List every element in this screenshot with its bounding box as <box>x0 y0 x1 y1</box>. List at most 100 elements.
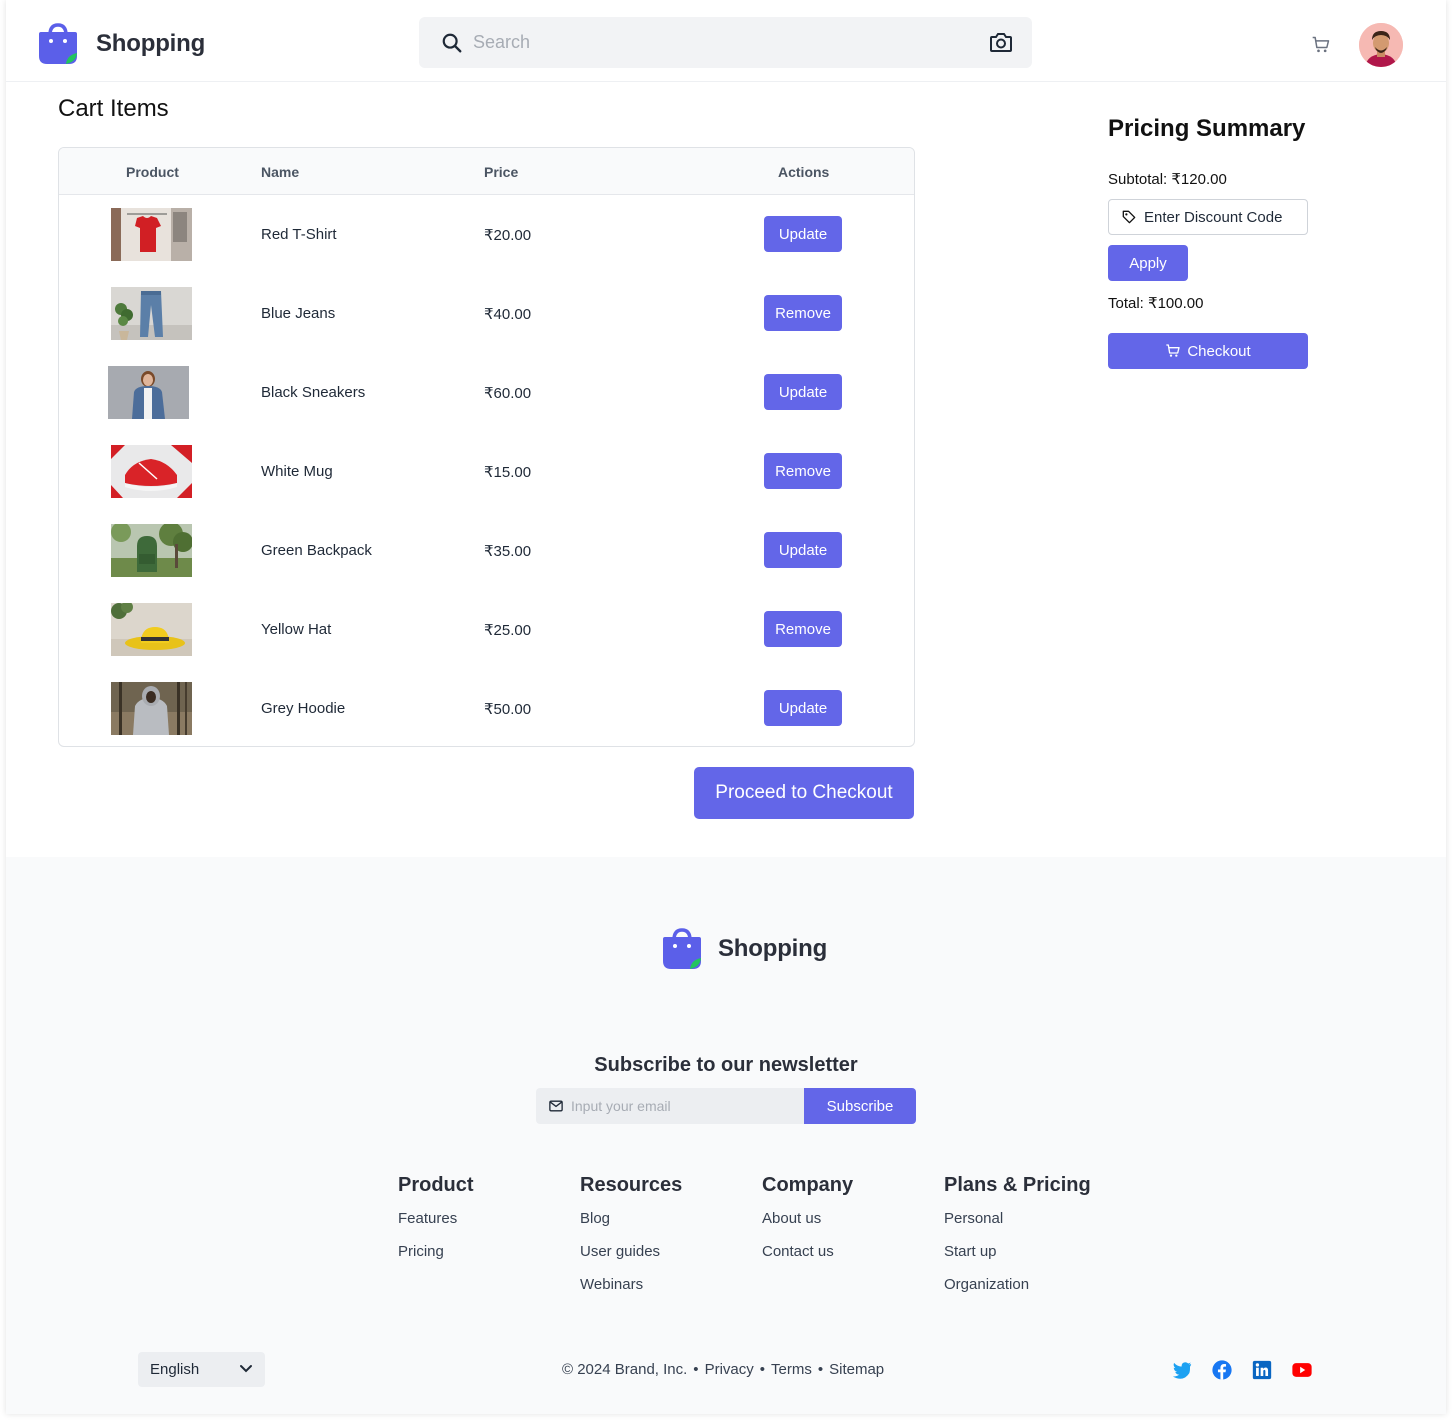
table-row: Green Backpack ₹35.00 Update <box>59 511 914 590</box>
white-mug-image <box>111 445 192 498</box>
footer-column-title: Product <box>398 1174 474 1196</box>
newsletter-email-field[interactable]: Input your email <box>536 1088 804 1124</box>
pricing-summary-title: Pricing Summary <box>1108 115 1306 142</box>
product-price: ₹60.00 <box>484 385 532 402</box>
grey-hoodie-image <box>111 682 192 735</box>
black-sneakers-image <box>108 366 189 419</box>
product-price: ₹40.00 <box>484 306 532 323</box>
update-button[interactable]: Update <box>764 216 842 252</box>
update-button[interactable]: Update <box>764 532 842 568</box>
product-thumbnail <box>111 682 192 735</box>
product-thumbnail <box>108 366 189 419</box>
table-row: Grey Hoodie ₹50.00 Update <box>59 669 914 746</box>
footer-link-personal[interactable]: Personal <box>944 1210 1091 1227</box>
footer-link-start-up[interactable]: Start up <box>944 1243 1091 1260</box>
twitter-icon[interactable] <box>1171 1359 1193 1381</box>
remove-button[interactable]: Remove <box>764 611 842 647</box>
footer-link-user-guides[interactable]: User guides <box>580 1243 682 1260</box>
product-thumbnail <box>111 208 192 261</box>
footer-link-blog[interactable]: Blog <box>580 1210 682 1227</box>
product-thumbnail <box>111 603 192 656</box>
newsletter-title: Subscribe to our newsletter <box>594 1054 858 1076</box>
footer-link-about-us[interactable]: About us <box>762 1210 853 1227</box>
cart-icon <box>1166 344 1180 357</box>
cart-items-title: Cart Items <box>58 95 169 122</box>
product-name: Green Backpack <box>261 542 372 559</box>
footer-link-webinars[interactable]: Webinars <box>580 1276 682 1293</box>
chevron-down-icon <box>240 1365 252 1373</box>
footer-column-title: Company <box>762 1174 854 1196</box>
separator-dot: • <box>693 1361 699 1378</box>
search-input[interactable] <box>473 32 953 53</box>
shopping-bag-logo-icon <box>39 23 77 64</box>
column-header-actions: Actions <box>778 164 830 180</box>
search-icon <box>442 33 462 52</box>
red-tshirt-image <box>111 208 192 261</box>
update-button[interactable]: Update <box>764 374 842 410</box>
camera-icon[interactable] <box>989 31 1013 53</box>
cart-icon[interactable] <box>1311 35 1331 55</box>
column-header-name: Name <box>261 164 300 180</box>
facebook-icon[interactable] <box>1211 1359 1233 1381</box>
table-row: Blue Jeans ₹40.00 Remove <box>59 274 914 353</box>
update-button[interactable]: Update <box>764 690 842 726</box>
product-price: ₹15.00 <box>484 464 532 481</box>
separator-dot: • <box>759 1361 766 1378</box>
apply-button[interactable]: Apply <box>1108 245 1188 281</box>
product-name: Red T-Shirt <box>261 226 337 243</box>
product-price: ₹25.00 <box>484 622 532 639</box>
total-text: Total: ₹100.00 <box>1108 295 1204 312</box>
discount-code-placeholder: Enter Discount Code <box>1144 208 1283 226</box>
product-price: ₹50.00 <box>484 701 532 718</box>
footer-link-organization[interactable]: Organization <box>944 1276 1091 1293</box>
proceed-to-checkout-button[interactable]: Proceed to Checkout <box>694 767 914 819</box>
product-thumbnail <box>111 445 192 498</box>
footer-column-plans-pricing: Plans & Pricing Personal Start up Organi… <box>944 1174 1091 1309</box>
newsletter-email-placeholder: Input your email <box>571 1098 671 1114</box>
subtotal-text: Subtotal: ₹120.00 <box>1108 171 1227 188</box>
page: Shopping Search Cart Items Product Name … <box>6 0 1446 1414</box>
privacy-link[interactable]: Privacy <box>705 1361 754 1378</box>
footer-column-resources: Resources Blog User guides Webinars <box>580 1174 682 1309</box>
separator-dot: • <box>817 1361 824 1378</box>
column-header-price: Price <box>484 164 519 180</box>
linkedin-icon[interactable] <box>1251 1359 1273 1381</box>
language-value: English <box>150 1361 200 1378</box>
checkout-button[interactable]: Checkout <box>1108 333 1308 369</box>
search-bar[interactable] <box>419 17 1032 68</box>
remove-button[interactable]: Remove <box>764 453 842 489</box>
table-header: Product Name Price Actions <box>59 148 914 195</box>
avatar[interactable] <box>1359 23 1403 67</box>
user-avatar-image <box>1359 23 1403 67</box>
footer-column-product: Product Features Pricing <box>398 1174 474 1276</box>
product-thumbnail <box>111 287 192 340</box>
sitemap-link[interactable]: Sitemap <box>829 1361 884 1378</box>
table-row: Red T-Shirt ₹20.00 Update <box>59 195 914 274</box>
brand-logo[interactable]: Shopping <box>36 22 205 66</box>
table-row: White Mug ₹15.00 Remove <box>59 432 914 511</box>
shopping-bag-logo-icon <box>663 928 701 969</box>
language-select[interactable]: English <box>138 1352 265 1387</box>
cart-table: Product Name Price Actions Red T-Shirt ₹… <box>58 147 915 747</box>
remove-button[interactable]: Remove <box>764 295 842 331</box>
footer-column-title: Plans & Pricing <box>944 1174 1091 1196</box>
product-price: ₹20.00 <box>484 227 532 244</box>
discount-code-field[interactable]: Enter Discount Code <box>1108 199 1308 235</box>
footer-link-contact-us[interactable]: Contact us <box>762 1243 853 1260</box>
footer: Shopping Subscribe to our newsletter Inp… <box>6 857 1446 1414</box>
tag-icon <box>1122 210 1136 224</box>
terms-link[interactable]: Terms <box>771 1361 812 1378</box>
checkout-label: Checkout <box>1187 342 1251 360</box>
footer-brand-logo[interactable]: Shopping <box>660 927 827 971</box>
footer-link-pricing[interactable]: Pricing <box>398 1243 474 1260</box>
column-header-product: Product <box>126 164 179 180</box>
mail-icon <box>549 1100 563 1112</box>
youtube-icon[interactable] <box>1291 1359 1313 1381</box>
subscribe-button[interactable]: Subscribe <box>804 1088 916 1124</box>
product-name: Blue Jeans <box>261 305 336 322</box>
product-name: White Mug <box>261 463 333 480</box>
product-price: ₹35.00 <box>484 543 532 560</box>
product-name: Yellow Hat <box>261 621 332 638</box>
blue-jeans-image <box>111 287 192 340</box>
footer-link-features[interactable]: Features <box>398 1210 474 1227</box>
